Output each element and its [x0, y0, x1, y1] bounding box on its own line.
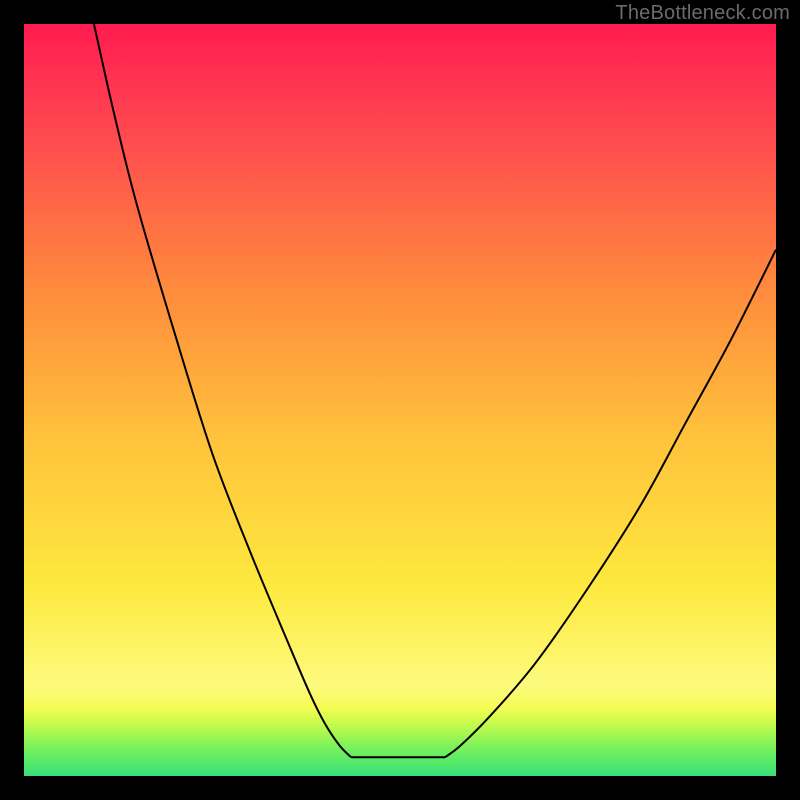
valley-markers	[336, 732, 445, 757]
watermark-text: TheBottleneck.com	[615, 2, 790, 25]
series-left-branch	[94, 24, 351, 757]
chart-frame: TheBottleneck.com	[0, 0, 800, 800]
plot-area	[24, 24, 776, 776]
series-right-branch	[445, 250, 776, 758]
curve-layer	[24, 24, 776, 776]
valley-marker	[430, 742, 445, 756]
